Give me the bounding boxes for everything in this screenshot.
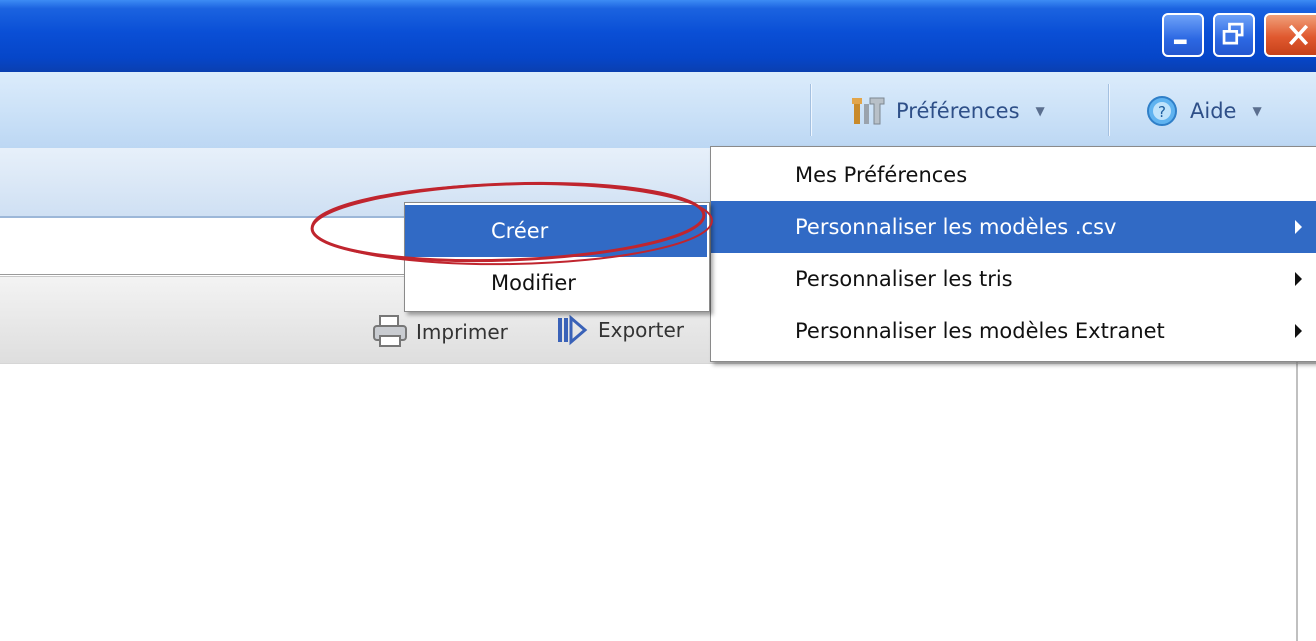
- preferences-label: Préférences: [896, 99, 1020, 123]
- restore-icon: [1222, 22, 1244, 45]
- export-icon: [558, 314, 588, 346]
- svg-text:?: ?: [1158, 103, 1166, 121]
- scrollbar-track[interactable]: [1296, 362, 1298, 641]
- menu-item-label: Personnaliser les tris: [795, 267, 1013, 291]
- help-label: Aide: [1190, 99, 1237, 123]
- submenu-item-modifier[interactable]: Modifier: [405, 257, 707, 309]
- printer-icon: [373, 315, 407, 347]
- header-separator: [810, 84, 811, 136]
- submenu-item-label: Créer: [491, 219, 549, 243]
- preferences-dropdown-menu: Mes Préférences Personnaliser les modèle…: [710, 146, 1316, 362]
- help-menu-button[interactable]: ? Aide ▼: [1146, 96, 1262, 126]
- submenu-arrow-icon: [1295, 324, 1302, 338]
- minimize-button[interactable]: [1162, 13, 1204, 57]
- submenu-item-creer[interactable]: Créer: [405, 205, 707, 257]
- app-header: Préférences ▼ ? Aide ▼: [0, 72, 1316, 149]
- chevron-down-icon: ▼: [1252, 104, 1262, 118]
- tools-icon: [852, 97, 885, 125]
- print-button[interactable]: Imprimer: [370, 314, 508, 350]
- chevron-down-icon: ▼: [1035, 104, 1045, 118]
- preferences-menu-button[interactable]: Préférences ▼: [850, 96, 1045, 126]
- menu-item-mes-preferences[interactable]: Mes Préférences: [711, 149, 1316, 201]
- menu-item-label: Personnaliser les modèles Extranet: [795, 319, 1165, 343]
- help-icon: ?: [1147, 96, 1177, 126]
- print-label: Imprimer: [416, 320, 508, 344]
- menu-item-personnaliser-modeles-csv[interactable]: Personnaliser les modèles .csv: [711, 201, 1316, 253]
- export-label: Exporter: [598, 318, 684, 342]
- menu-item-personnaliser-modeles-extranet[interactable]: Personnaliser les modèles Extranet: [711, 305, 1316, 357]
- close-button[interactable]: [1264, 13, 1316, 57]
- submenu-arrow-icon: [1295, 272, 1302, 286]
- minimize-icon: [1173, 39, 1187, 45]
- menu-item-personnaliser-tris[interactable]: Personnaliser les tris: [711, 253, 1316, 305]
- submenu-item-label: Modifier: [491, 271, 576, 295]
- restore-button[interactable]: [1213, 13, 1255, 57]
- menu-item-label: Mes Préférences: [795, 163, 968, 187]
- window-title-bar[interactable]: [0, 0, 1316, 72]
- menu-item-label: Personnaliser les modèles .csv: [795, 215, 1117, 239]
- submenu-arrow-icon: [1295, 220, 1302, 234]
- export-button[interactable]: Exporter: [556, 314, 684, 346]
- header-separator: [1108, 84, 1109, 136]
- csv-submenu: Créer Modifier: [404, 202, 710, 312]
- close-icon: [1289, 24, 1309, 46]
